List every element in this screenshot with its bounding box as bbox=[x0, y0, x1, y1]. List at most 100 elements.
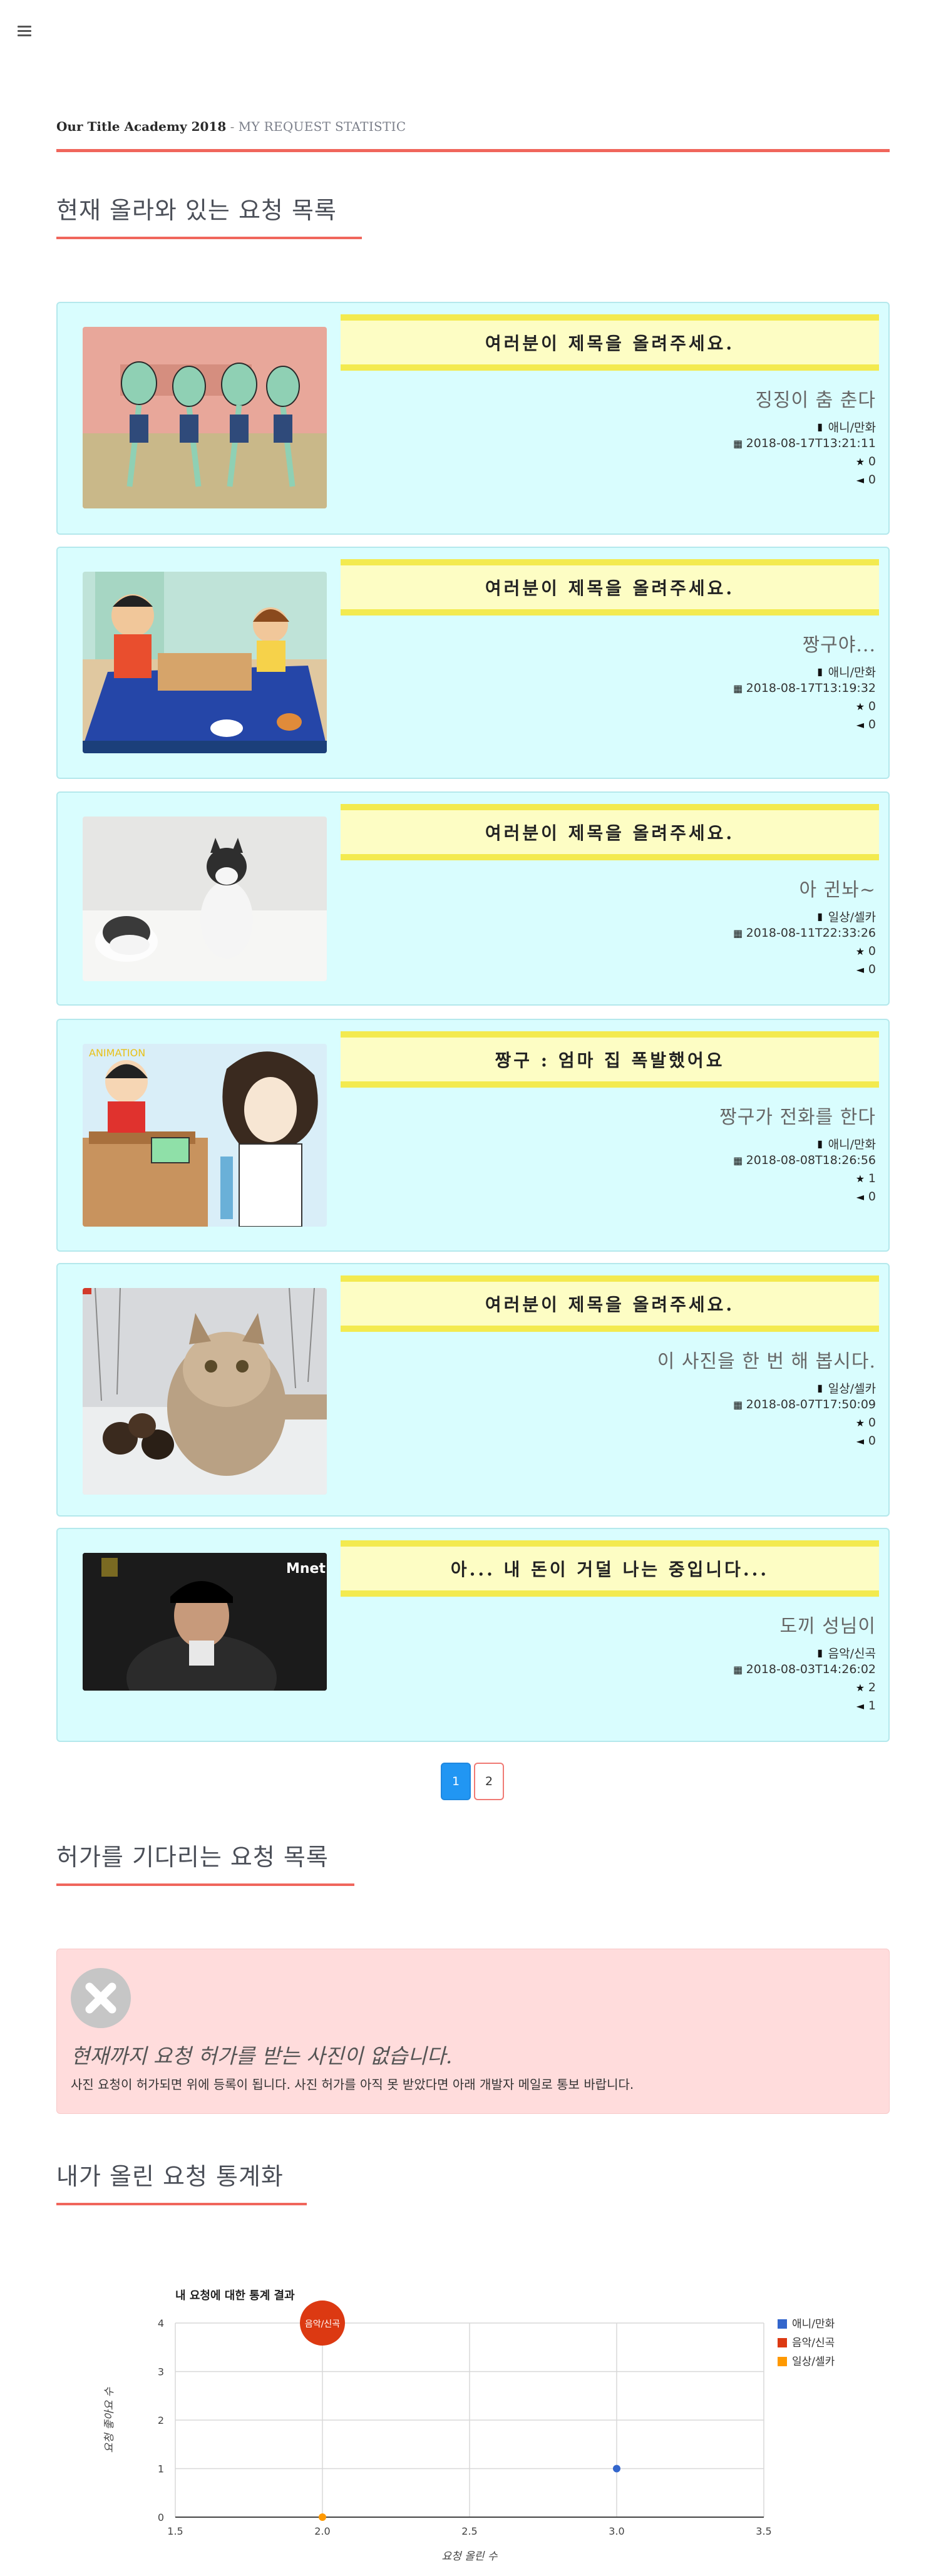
request-title[interactable]: 도끼 성님이 bbox=[779, 1610, 876, 1638]
star-icon: ★ bbox=[855, 1172, 865, 1185]
star-icon: ★ bbox=[855, 1681, 865, 1694]
request-stars: ★ 1 bbox=[855, 1172, 876, 1185]
section-title-pending: 허가를 기다리는 요청 목록 bbox=[56, 1843, 329, 1871]
request-title[interactable]: 징징이 춤 춘다 bbox=[755, 384, 876, 412]
request-stars: ★ 0 bbox=[855, 944, 876, 958]
request-title[interactable]: 짱구야... bbox=[803, 629, 876, 657]
data-point bbox=[613, 2465, 620, 2473]
comments-icon: ◄ bbox=[856, 473, 865, 486]
request-image[interactable]: ANIMATION bbox=[83, 1044, 327, 1227]
y-tick-label: 2 bbox=[158, 2414, 164, 2426]
request-card[interactable]: 여러분이 제목을 올려주세요. 징징이 춤 춘다 ▮ 애니/만화 ▦ 2018-08… bbox=[56, 302, 890, 535]
request-title[interactable]: 짱구가 전화를 한다 bbox=[719, 1101, 876, 1129]
star-icon: ★ bbox=[855, 1416, 865, 1429]
scatter-chart: 내 요청에 대한 통계 결과 0 1 2 3 4 1.5 2.0 2.5 3.0 3.5 요청 올린 … bbox=[103, 2289, 835, 2563]
request-banner: 짱구 : 엄마 집 폭발했어요 bbox=[341, 1031, 879, 1088]
request-title[interactable]: 아 귄놔~ bbox=[799, 874, 876, 902]
data-point bbox=[319, 2513, 326, 2521]
legend-label: 일상/셀카 bbox=[792, 2356, 835, 2368]
y-tick-label: 0 bbox=[158, 2512, 164, 2523]
request-card[interactable]: Mnet 아... 내 돈이 거덜 나는 중입니다... 도끼 성님이 ▮ 음악/… bbox=[56, 1528, 890, 1742]
page-button-1[interactable]: 1 bbox=[441, 1763, 471, 1800]
breadcrumb-separator: - bbox=[226, 119, 239, 134]
request-image[interactable] bbox=[83, 572, 327, 753]
x-tick-label: 1.5 bbox=[167, 2525, 183, 2537]
request-banner: 여러분이 제목을 올려주세요. bbox=[341, 559, 879, 616]
x-tick-label: 2.0 bbox=[314, 2525, 330, 2537]
book-icon: ▮ bbox=[817, 666, 823, 677]
request-date: ▦ 2018-08-08T18:26:56 bbox=[733, 1153, 876, 1167]
page-breadcrumb: Our Title Academy 2018 - MY REQUEST STAT… bbox=[56, 119, 406, 134]
x-axis-label: 요청 올린 수 bbox=[441, 2550, 498, 2563]
book-icon: ▮ bbox=[817, 1382, 823, 1394]
legend-swatch bbox=[778, 2319, 787, 2329]
request-banner: 여러분이 제목을 올려주세요. bbox=[341, 314, 879, 371]
request-image[interactable] bbox=[83, 817, 327, 981]
request-comments: ◄ 0 bbox=[855, 1190, 876, 1203]
y-axis-label: 요청 좋아요 수 bbox=[103, 2386, 116, 2453]
calendar-icon: ▦ bbox=[733, 927, 743, 939]
request-stars: ★ 0 bbox=[855, 1416, 876, 1430]
calendar-icon: ▦ bbox=[733, 1663, 743, 1676]
data-label: 음악/신곡 bbox=[305, 2319, 340, 2329]
section-title-stats: 내가 올린 요청 통계화 bbox=[56, 2163, 284, 2190]
request-comments: ◄ 0 bbox=[855, 1434, 876, 1448]
request-category: ▮ 애니/만화 bbox=[815, 418, 876, 435]
page-subtitle: MY REQUEST STATISTIC bbox=[238, 119, 406, 134]
request-date: ▦ 2018-08-17T13:21:11 bbox=[733, 436, 876, 450]
x-tick-label: 3.0 bbox=[609, 2525, 624, 2537]
request-comments: ◄ 0 bbox=[855, 718, 876, 731]
request-card[interactable]: 여러분이 제목을 올려주세요. 짱구야... ▮ 애니/만화 ▦ 2018-08-1… bbox=[56, 547, 890, 779]
request-stars: ★ 0 bbox=[855, 699, 876, 713]
request-category: ▮ 애니/만화 bbox=[815, 663, 876, 680]
request-image[interactable] bbox=[83, 1288, 327, 1495]
request-comments: ◄ 0 bbox=[855, 473, 876, 487]
header-divider bbox=[56, 149, 890, 152]
star-icon: ★ bbox=[855, 455, 865, 468]
close-circle-icon bbox=[71, 1968, 131, 2028]
request-stars: ★ 2 bbox=[855, 1681, 876, 1694]
calendar-icon: ▦ bbox=[733, 437, 743, 450]
legend-swatch bbox=[778, 2338, 787, 2347]
svg-text:ANIMATION: ANIMATION bbox=[89, 1047, 145, 1059]
star-icon: ★ bbox=[855, 945, 865, 957]
request-image[interactable] bbox=[83, 327, 327, 508]
legend-label: 애니/만화 bbox=[792, 2318, 835, 2331]
page-button-2[interactable]: 2 bbox=[474, 1763, 504, 1800]
section-underline bbox=[56, 1883, 354, 1886]
section-underline bbox=[56, 2203, 307, 2205]
request-category: ▮ 음악/신곡 bbox=[815, 1644, 876, 1661]
request-card[interactable]: 여러분이 제목을 올려주세요. 이 사진을 한 번 해 봅시다. ▮ 일상/셀카 … bbox=[56, 1263, 890, 1517]
request-date: ▦ 2018-08-11T22:33:26 bbox=[733, 926, 876, 940]
request-banner: 여러분이 제목을 올려주세요. bbox=[341, 804, 879, 860]
request-category: ▮ 애니/만화 bbox=[815, 1135, 876, 1152]
empty-notice: 현재까지 요청 허가를 받는 사진이 없습니다. 사진 요청이 허가되면 위에 … bbox=[56, 1949, 890, 2114]
y-tick-label: 1 bbox=[158, 2463, 164, 2475]
y-tick-label: 4 bbox=[158, 2317, 164, 2329]
request-banner: 아... 내 돈이 거덜 나는 중입니다... bbox=[341, 1540, 879, 1597]
legend-label: 음악/신곡 bbox=[792, 2337, 835, 2349]
stats-chart: 내 요청에 대한 통계 결과 0 1 2 3 4 1.5 2.0 2.5 3.0 3.5 요청 올린 … bbox=[56, 2242, 890, 2576]
request-card[interactable]: ANIMATION 짱구 : 엄마 집 폭발했어요 짱구가 전화를 한다 ▮ 애니… bbox=[56, 1019, 890, 1252]
book-icon: ▮ bbox=[817, 421, 823, 433]
x-tick-label: 3.5 bbox=[756, 2525, 771, 2537]
request-title[interactable]: 이 사진을 한 번 해 봅시다. bbox=[657, 1346, 876, 1373]
section-title-current: 현재 올라와 있는 요청 목록 bbox=[56, 197, 337, 224]
request-stars: ★ 0 bbox=[855, 455, 876, 468]
calendar-icon: ▦ bbox=[733, 1154, 743, 1167]
hamburger-menu-icon[interactable] bbox=[16, 24, 33, 38]
calendar-icon: ▦ bbox=[733, 682, 743, 694]
request-image[interactable]: Mnet bbox=[83, 1553, 327, 1691]
svg-text:Mnet: Mnet bbox=[286, 1561, 326, 1577]
academy-name[interactable]: Our Title Academy 2018 bbox=[56, 119, 226, 134]
request-card[interactable]: 여러분이 제목을 올려주세요. 아 귄놔~ ▮ 일상/셀카 ▦ 2018-08-11… bbox=[56, 791, 890, 1006]
book-icon: ▮ bbox=[817, 1647, 823, 1659]
request-comments: ◄ 0 bbox=[855, 962, 876, 976]
book-icon: ▮ bbox=[817, 910, 823, 922]
comments-icon: ◄ bbox=[856, 1699, 865, 1712]
request-category: ▮ 일상/셀카 bbox=[815, 908, 876, 925]
comments-icon: ◄ bbox=[856, 1435, 865, 1447]
comments-icon: ◄ bbox=[856, 963, 865, 976]
notice-text: 사진 요청이 허가되면 위에 등록이 됩니다. 사진 허가를 아직 못 받았다면… bbox=[71, 2077, 634, 2092]
section-underline bbox=[56, 237, 362, 239]
